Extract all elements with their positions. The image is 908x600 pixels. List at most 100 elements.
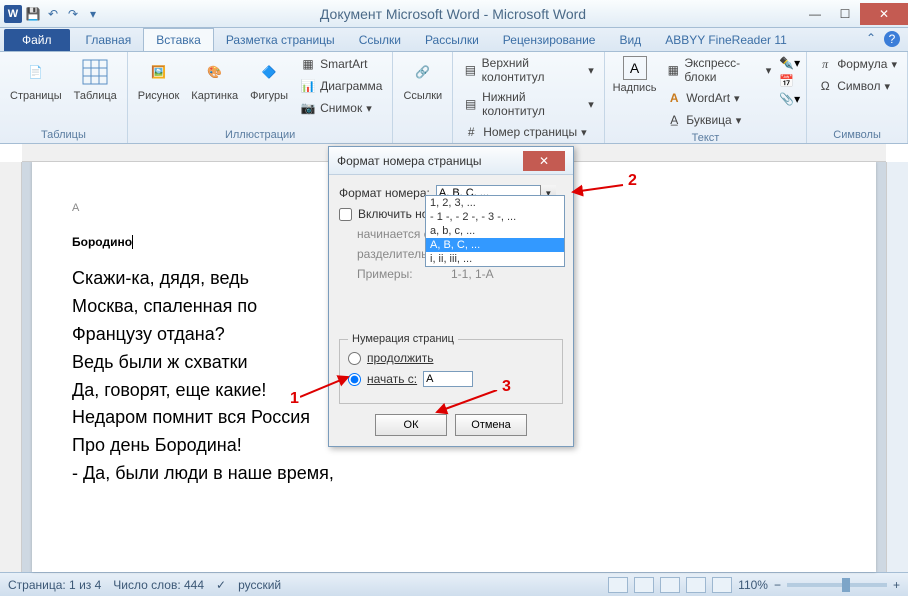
picture-icon: 🖼️ xyxy=(143,56,175,88)
examples-value: 1-1, 1-A xyxy=(451,267,494,281)
table-button[interactable]: Таблица xyxy=(70,54,121,104)
clipart-button[interactable]: 🎨Картинка xyxy=(187,54,242,104)
signature-icon[interactable]: ✒️▾ xyxy=(779,56,800,70)
dialog-title: Формат номера страницы xyxy=(337,154,482,168)
textbox-button[interactable]: AНадпись xyxy=(611,54,658,96)
include-chapter-checkbox[interactable] xyxy=(339,208,352,221)
screenshot-button[interactable]: 📷Снимок ▾ xyxy=(296,98,386,118)
minimize-ribbon-icon[interactable]: ⌃ xyxy=(866,31,876,47)
pagenumber-icon: # xyxy=(463,124,479,140)
wordart-icon: A xyxy=(666,90,682,106)
symbol-button[interactable]: ΩСимвол ▾ xyxy=(813,76,901,96)
format-option[interactable]: - 1 -, - 2 -, - 3 -, ... xyxy=(426,210,564,224)
chart-button[interactable]: 📊Диаграмма xyxy=(296,76,386,96)
zoom-in-button[interactable]: + xyxy=(893,578,900,592)
doc-line: - Да, были люди в наше время, xyxy=(72,460,836,488)
footer-icon: ▤ xyxy=(463,96,478,112)
window-title: Документ Microsoft Word - Microsoft Word xyxy=(106,6,800,22)
startat-radio[interactable] xyxy=(348,373,361,386)
view-web-button[interactable] xyxy=(660,577,680,593)
view-printlayout-button[interactable] xyxy=(608,577,628,593)
quickparts-button[interactable]: ▦Экспресс-блоки ▾ xyxy=(662,54,775,86)
picture-button[interactable]: 🖼️Рисунок xyxy=(134,54,184,104)
tab-references[interactable]: Ссылки xyxy=(347,29,413,51)
equation-button[interactable]: πФормула ▾ xyxy=(813,54,901,74)
word-logo-icon: W xyxy=(4,5,22,23)
vertical-ruler[interactable] xyxy=(0,162,22,572)
format-label: Формат номера: xyxy=(339,186,430,200)
maximize-button[interactable]: ☐ xyxy=(830,3,860,25)
status-language[interactable]: русский xyxy=(238,578,281,592)
redo-icon[interactable]: ↷ xyxy=(64,5,82,23)
status-bar: Страница: 1 из 4 Число слов: 444 ✓ русск… xyxy=(0,572,908,596)
pages-icon: 📄 xyxy=(20,56,52,88)
close-button[interactable]: ✕ xyxy=(860,3,908,25)
tab-insert[interactable]: Вставка xyxy=(143,28,214,51)
zoom-slider[interactable] xyxy=(787,583,887,587)
status-proofing-icon[interactable]: ✓ xyxy=(216,578,226,592)
zoom-level[interactable]: 110% xyxy=(738,578,768,592)
continue-radio[interactable] xyxy=(348,352,361,365)
clipart-icon: 🎨 xyxy=(199,56,231,88)
view-draft-button[interactable] xyxy=(712,577,732,593)
pages-button[interactable]: 📄 Страницы xyxy=(6,54,66,104)
format-dropdown-list[interactable]: 1, 2, 3, ... - 1 -, - 2 -, - 3 -, ... a,… xyxy=(425,195,565,267)
tab-abbyy[interactable]: ABBYY FineReader 11 xyxy=(653,29,799,51)
status-page[interactable]: Страница: 1 из 4 xyxy=(8,578,101,592)
dialog-close-button[interactable]: ✕ xyxy=(523,151,565,171)
header-icon: ▤ xyxy=(463,62,477,78)
equation-icon: π xyxy=(817,56,833,72)
format-option[interactable]: 1, 2, 3, ... xyxy=(426,196,564,210)
title-bar: W 💾 ↶ ↷ ▾ Документ Microsoft Word - Micr… xyxy=(0,0,908,28)
tab-view[interactable]: Вид xyxy=(607,29,653,51)
tab-mailings[interactable]: Рассылки xyxy=(413,29,491,51)
pagenumber-button[interactable]: #Номер страницы ▾ xyxy=(459,122,598,142)
startat-label: начать с: xyxy=(367,372,417,386)
view-fullscreen-button[interactable] xyxy=(634,577,654,593)
footer-button[interactable]: ▤Нижний колонтитул ▾ xyxy=(459,88,598,120)
tab-pagelayout[interactable]: Разметка страницы xyxy=(214,29,347,51)
shapes-button[interactable]: 🔷Фигуры xyxy=(246,54,292,104)
page-number-format-dialog: Формат номера страницы ✕ Формат номера: … xyxy=(328,146,574,447)
dropcap-button[interactable]: A̲Буквица ▾ xyxy=(662,110,775,130)
group-tables-label: Таблицы xyxy=(6,127,121,143)
tab-review[interactable]: Рецензирование xyxy=(491,29,608,51)
ok-button[interactable]: ОК xyxy=(375,414,447,436)
dropcap-icon: A̲ xyxy=(666,112,682,128)
tab-file[interactable]: Файл xyxy=(4,29,70,51)
screenshot-icon: 📷 xyxy=(300,100,316,116)
datetime-icon[interactable]: 📅 xyxy=(779,74,800,88)
dialog-titlebar[interactable]: Формат номера страницы ✕ xyxy=(329,147,573,175)
ribbon-help: ⌃ ? xyxy=(858,27,908,51)
links-button[interactable]: 🔗Ссылки xyxy=(399,54,446,104)
startat-input[interactable] xyxy=(423,371,473,387)
status-words[interactable]: Число слов: 444 xyxy=(113,578,204,592)
save-icon[interactable]: 💾 xyxy=(24,5,42,23)
qat-dropdown-icon[interactable]: ▾ xyxy=(84,5,102,23)
undo-icon[interactable]: ↶ xyxy=(44,5,62,23)
tab-home[interactable]: Главная xyxy=(74,29,144,51)
format-option-selected[interactable]: A, B, C, ... xyxy=(426,238,564,252)
help-icon[interactable]: ? xyxy=(884,31,900,47)
examples-label: Примеры: xyxy=(357,267,445,281)
group-illustrations-label: Иллюстрации xyxy=(134,127,387,143)
window-buttons: — ☐ ✕ xyxy=(800,3,908,25)
header-button[interactable]: ▤Верхний колонтитул ▾ xyxy=(459,54,598,86)
textbox-icon: A xyxy=(623,56,647,80)
numbering-legend: Нумерация страниц xyxy=(348,333,458,345)
view-outline-button[interactable] xyxy=(686,577,706,593)
format-option[interactable]: i, ii, iii, ... xyxy=(426,252,564,266)
object-icon[interactable]: 📎▾ xyxy=(779,92,800,106)
smartart-icon: ▦ xyxy=(300,56,316,72)
right-scroll-pane[interactable] xyxy=(886,162,908,572)
zoom-out-button[interactable]: − xyxy=(774,578,781,592)
table-icon xyxy=(79,56,111,88)
smartart-button[interactable]: ▦SmartArt xyxy=(296,54,386,74)
links-icon: 🔗 xyxy=(407,56,439,88)
format-option[interactable]: a, b, c, ... xyxy=(426,224,564,238)
wordart-button[interactable]: AWordArt ▾ xyxy=(662,88,775,108)
page-numbering-fieldset: Нумерация страниц продолжить начать с: xyxy=(339,333,563,404)
shapes-icon: 🔷 xyxy=(253,56,285,88)
minimize-button[interactable]: — xyxy=(800,3,830,25)
cancel-button[interactable]: Отмена xyxy=(455,414,527,436)
